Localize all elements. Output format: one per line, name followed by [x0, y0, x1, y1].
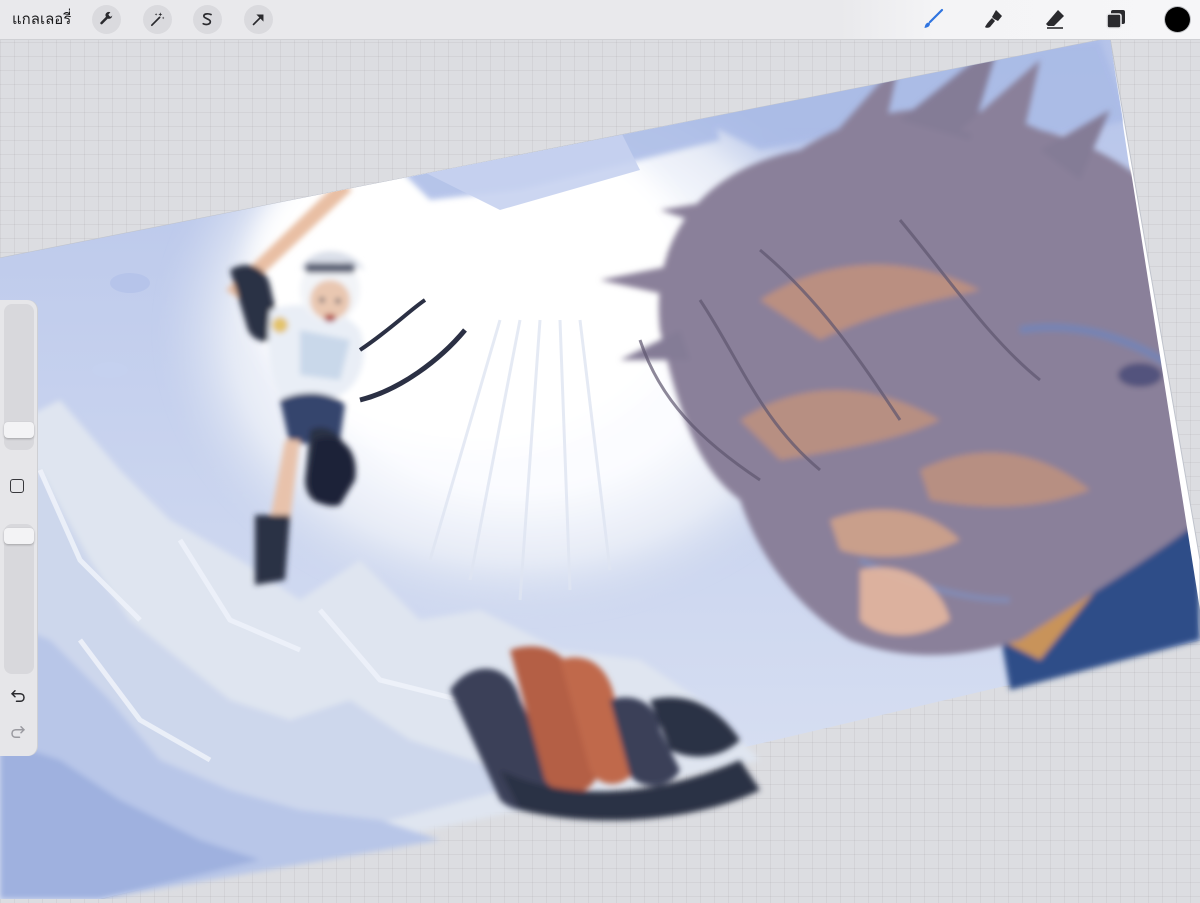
top-toolbar: แกลเลอรี่ — [0, 0, 1200, 40]
redo-icon — [11, 726, 25, 738]
undo-icon — [11, 690, 25, 702]
selection-s-icon — [202, 12, 212, 26]
transform-button[interactable] — [244, 5, 273, 34]
layers-icon — [1106, 10, 1125, 29]
modify-button[interactable] — [10, 479, 24, 493]
gallery-button[interactable]: แกลเลอรี่ — [12, 8, 71, 30]
redo-button[interactable] — [8, 722, 28, 742]
brush-size-slider-thumb[interactable] — [4, 422, 34, 439]
eraser-tool-button[interactable] — [1041, 5, 1069, 33]
opacity-slider[interactable] — [4, 524, 34, 674]
color-picker-button[interactable] — [1165, 7, 1190, 32]
painting-artwork — [0, 37, 1200, 900]
arrow-cursor-icon — [252, 14, 264, 26]
selection-button[interactable] — [193, 5, 222, 34]
brush-icon — [924, 8, 944, 28]
drawing-canvas[interactable] — [0, 0, 1200, 900]
brush-tool-button[interactable] — [919, 5, 947, 33]
magic-wand-icon — [150, 12, 165, 27]
eraser-icon — [1046, 10, 1064, 29]
wrench-icon — [100, 11, 113, 25]
left-sidebar — [0, 300, 37, 756]
undo-button[interactable] — [8, 686, 28, 706]
smudge-icon — [985, 10, 1002, 28]
layers-button[interactable] — [1102, 5, 1130, 33]
smudge-tool-button[interactable] — [980, 5, 1008, 33]
opacity-slider-thumb[interactable] — [4, 528, 34, 545]
adjustments-button[interactable] — [143, 5, 172, 34]
actions-button[interactable] — [92, 5, 121, 34]
